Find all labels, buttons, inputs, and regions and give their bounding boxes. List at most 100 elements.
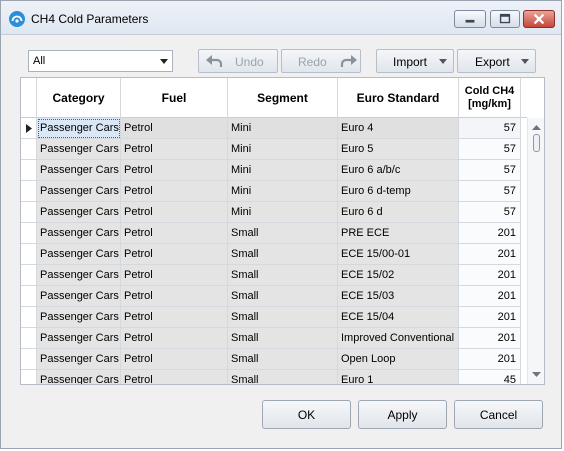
table-row[interactable]: Passenger Cars Petrol Small Euro 1 45 [21,370,521,384]
cell-fuel[interactable]: Petrol [121,181,228,202]
cell-cold-ch4[interactable]: 201 [459,244,521,265]
cell-euro-standard[interactable]: Euro 6 d-temp [338,181,459,202]
cell-category[interactable]: Passenger Cars [37,265,121,286]
cell-segment[interactable]: Small [228,370,338,384]
row-indicator[interactable] [21,118,37,139]
minimize-button[interactable] [454,10,486,28]
table-row[interactable]: Passenger Cars Petrol Small ECE 15/04 201 [21,307,521,328]
cell-category[interactable]: Passenger Cars [37,370,121,384]
column-header-category[interactable]: Category [37,78,121,118]
cell-category[interactable]: Passenger Cars [37,118,121,139]
cell-cold-ch4[interactable]: 201 [459,265,521,286]
ok-button[interactable]: OK [262,400,351,429]
cell-segment[interactable]: Mini [228,181,338,202]
column-header-cold-ch4[interactable]: Cold CH4 [mg/km] [459,78,521,118]
cell-euro-standard[interactable]: Improved Conventional [338,328,459,349]
table-row[interactable]: Passenger Cars Petrol Mini Euro 6 d-temp 57 [21,181,521,202]
table-row[interactable]: Passenger Cars Petrol Small Open Loop 201 [21,349,521,370]
cell-segment[interactable]: Small [228,244,338,265]
cell-fuel[interactable]: Petrol [121,160,228,181]
column-header-fuel[interactable]: Fuel [121,78,228,118]
apply-button[interactable]: Apply [358,400,447,429]
scroll-up-icon[interactable] [532,124,541,131]
cell-fuel[interactable]: Petrol [121,118,228,139]
cell-euro-standard[interactable]: ECE 15/00-01 [338,244,459,265]
cell-segment[interactable]: Mini [228,139,338,160]
cell-category[interactable]: Passenger Cars [37,286,121,307]
cell-cold-ch4[interactable]: 57 [459,118,521,139]
cell-category[interactable]: Passenger Cars [37,202,121,223]
cell-cold-ch4[interactable]: 201 [459,328,521,349]
cell-euro-standard[interactable]: Euro 5 [338,139,459,160]
cell-category[interactable]: Passenger Cars [37,244,121,265]
undo-button[interactable]: Undo [198,49,278,73]
cell-euro-standard[interactable]: Euro 4 [338,118,459,139]
cell-euro-standard[interactable]: Open Loop [338,349,459,370]
table-row[interactable]: Passenger Cars Petrol Mini Euro 6 d 57 [21,202,521,223]
cell-euro-standard[interactable]: ECE 15/02 [338,265,459,286]
cell-segment[interactable]: Mini [228,202,338,223]
row-indicator[interactable] [21,160,37,181]
cell-fuel[interactable]: Petrol [121,328,228,349]
row-indicator[interactable] [21,244,37,265]
cell-segment[interactable]: Small [228,349,338,370]
cell-fuel[interactable]: Petrol [121,286,228,307]
cell-segment[interactable]: Mini [228,118,338,139]
cell-fuel[interactable]: Petrol [121,139,228,160]
row-indicator[interactable] [21,370,37,384]
table-row[interactable]: Passenger Cars Petrol Mini Euro 6 a/b/c 57 [21,160,521,181]
cell-category[interactable]: Passenger Cars [37,328,121,349]
cell-fuel[interactable]: Petrol [121,307,228,328]
cell-cold-ch4[interactable]: 57 [459,139,521,160]
table-row[interactable]: Passenger Cars Petrol Small ECE 15/00-01 201 [21,244,521,265]
cell-segment[interactable]: Small [228,307,338,328]
scrollbar-thumb[interactable] [533,134,540,152]
table-row[interactable]: Passenger Cars Petrol Small ECE 15/03 201 [21,286,521,307]
cell-segment[interactable]: Small [228,265,338,286]
vertical-scrollbar[interactable] [527,118,544,384]
import-button[interactable]: Import [376,49,454,73]
row-indicator[interactable] [21,265,37,286]
row-indicator[interactable] [21,349,37,370]
row-indicator[interactable] [21,286,37,307]
cell-fuel[interactable]: Petrol [121,370,228,384]
table-row[interactable]: Passenger Cars Petrol Small ECE 15/02 201 [21,265,521,286]
cell-euro-standard[interactable]: Euro 6 a/b/c [338,160,459,181]
cell-cold-ch4[interactable]: 45 [459,370,521,384]
cell-segment[interactable]: Mini [228,160,338,181]
table-row[interactable]: Passenger Cars Petrol Mini Euro 4 57 [21,118,521,139]
cell-category[interactable]: Passenger Cars [37,349,121,370]
cell-euro-standard[interactable]: Euro 1 [338,370,459,384]
cell-cold-ch4[interactable]: 201 [459,349,521,370]
table-row[interactable]: Passenger Cars Petrol Small Improved Conven… [21,328,521,349]
close-button[interactable] [523,10,555,28]
cell-cold-ch4[interactable]: 57 [459,160,521,181]
cell-cold-ch4[interactable]: 201 [459,286,521,307]
cell-cold-ch4[interactable]: 57 [459,181,521,202]
cell-segment[interactable]: Small [228,286,338,307]
column-header-segment[interactable]: Segment [228,78,338,118]
cell-euro-standard[interactable]: Euro 6 d [338,202,459,223]
cell-cold-ch4[interactable]: 201 [459,223,521,244]
cell-fuel[interactable]: Petrol [121,265,228,286]
cell-euro-standard[interactable]: PRE ECE [338,223,459,244]
cell-euro-standard[interactable]: ECE 15/04 [338,307,459,328]
row-indicator[interactable] [21,307,37,328]
column-header-euro-standard[interactable]: Euro Standard [338,78,459,118]
table-row[interactable]: Passenger Cars Petrol Small PRE ECE 201 [21,223,521,244]
cell-category[interactable]: Passenger Cars [37,223,121,244]
cell-fuel[interactable]: Petrol [121,244,228,265]
redo-button[interactable]: Redo [281,49,361,73]
cell-fuel[interactable]: Petrol [121,349,228,370]
cell-category[interactable]: Passenger Cars [37,139,121,160]
table-row[interactable]: Passenger Cars Petrol Mini Euro 5 57 [21,139,521,160]
cell-category[interactable]: Passenger Cars [37,181,121,202]
row-indicator[interactable] [21,139,37,160]
cell-segment[interactable]: Small [228,328,338,349]
cell-category[interactable]: Passenger Cars [37,160,121,181]
filter-dropdown[interactable]: All [28,50,173,72]
row-indicator[interactable] [21,223,37,244]
cell-cold-ch4[interactable]: 201 [459,307,521,328]
cell-fuel[interactable]: Petrol [121,202,228,223]
row-indicator[interactable] [21,181,37,202]
